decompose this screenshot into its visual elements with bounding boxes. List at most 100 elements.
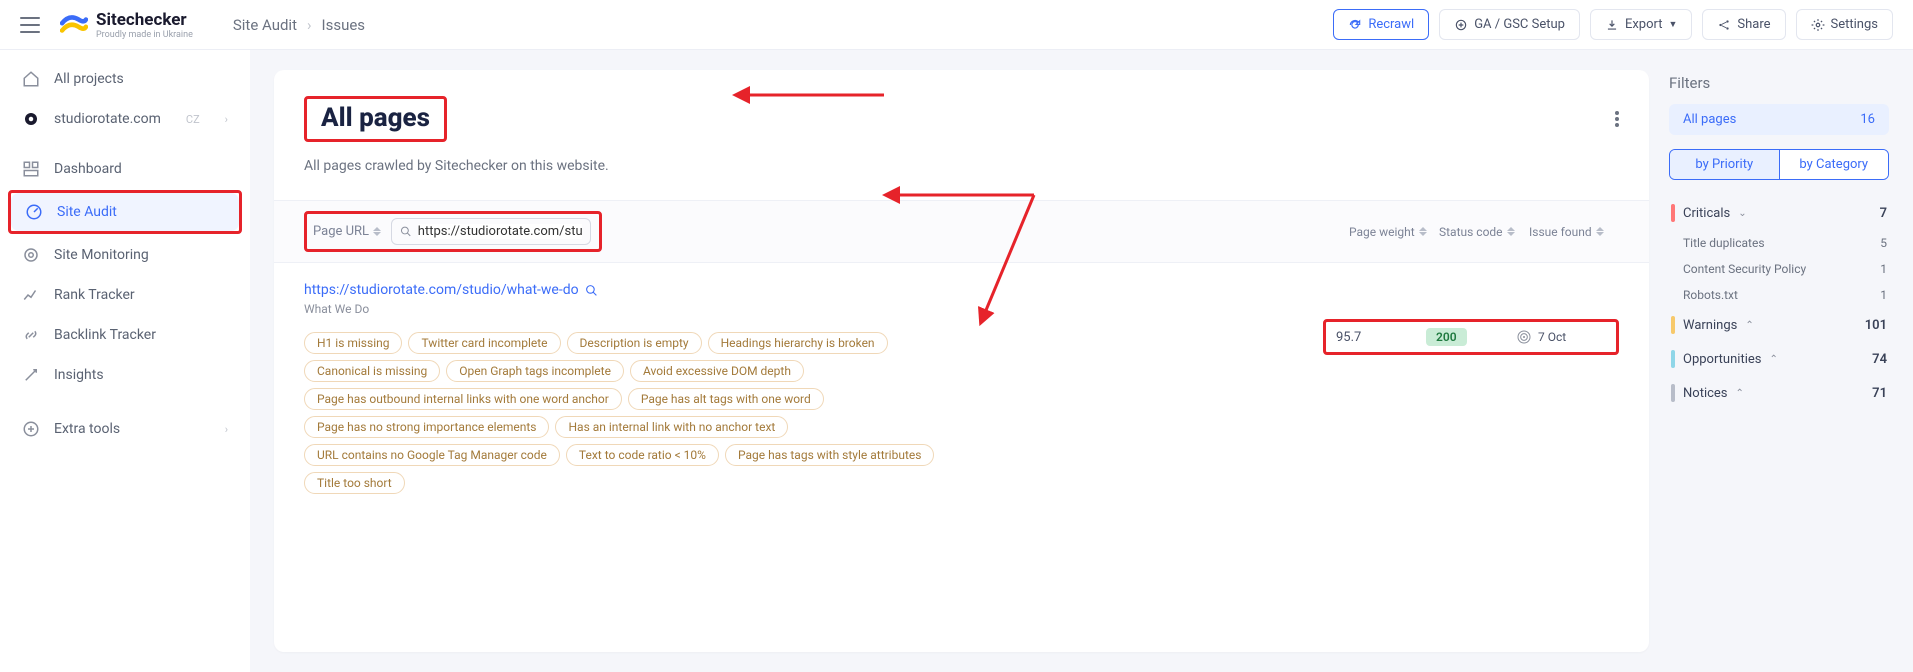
chevron-down-icon: ⌄ [1738, 208, 1746, 219]
sort-icon [1596, 225, 1604, 239]
page-subtitle: All pages crawled by Sitechecker on this… [304, 158, 1619, 174]
sidebar-item-rank-tracker[interactable]: Rank Tracker [8, 276, 242, 314]
sort-icon [1419, 225, 1427, 239]
column-page-url[interactable]: Page URL [313, 224, 381, 239]
issue-tag[interactable]: Page has no strong importance elements [304, 416, 549, 438]
sidebar-item-dashboard[interactable]: Dashboard [8, 150, 242, 188]
chevron-right-icon: › [225, 113, 228, 126]
share-button[interactable]: Share [1702, 9, 1785, 40]
sidebar-item-label: All projects [54, 71, 124, 87]
logo-mark-icon [60, 14, 88, 36]
sidebar-item-insights[interactable]: Insights [8, 356, 242, 394]
issue-tag[interactable]: Has an internal link with no anchor text [555, 416, 788, 438]
filters-title: Filters [1669, 74, 1889, 92]
page-row-title: What We Do [304, 302, 1323, 316]
share-icon [1717, 18, 1731, 32]
issue-tag[interactable]: Headings hierarchy is broken [708, 332, 888, 354]
recrawl-button[interactable]: Recrawl [1333, 9, 1429, 40]
chevron-right-icon: › [225, 423, 228, 436]
chevron-up-icon: ⌃ [1769, 354, 1777, 365]
plus-circle-icon [22, 420, 40, 438]
page-url-search[interactable] [391, 218, 591, 245]
sidebar-item-label: Dashboard [54, 161, 122, 177]
filter-subitem[interactable]: Robots.txt1 [1669, 282, 1889, 308]
caret-down-icon: ▼ [1668, 19, 1677, 30]
home-icon [22, 70, 40, 88]
search-icon [400, 225, 412, 238]
page-weight-value: 95.7 [1336, 328, 1426, 346]
filter-subitem[interactable]: Title duplicates5 [1669, 230, 1889, 256]
issue-tag[interactable]: H1 is missing [304, 332, 402, 354]
radar-icon [1516, 329, 1532, 345]
brand-tagline: Proudly made in Ukraine [96, 30, 193, 40]
toggle-by-priority[interactable]: by Priority [1670, 150, 1779, 179]
sidebar-item-site-monitoring[interactable]: Site Monitoring [8, 236, 242, 274]
page-title: All pages [321, 103, 430, 133]
severity-bar-icon [1671, 316, 1675, 334]
column-issue-found[interactable]: Issue found [1529, 225, 1619, 239]
issue-tag[interactable]: Title too short [304, 472, 405, 494]
chevron-up-icon: ⌃ [1736, 388, 1744, 399]
refresh-icon [1348, 18, 1362, 32]
gear-icon [1811, 18, 1825, 32]
wand-icon [22, 366, 40, 384]
breadcrumb-current: Issues [322, 16, 366, 34]
severity-bar-icon [1671, 204, 1675, 222]
page-url-link[interactable]: https://studiorotate.com/studio/what-we-… [304, 282, 598, 298]
sort-icon [373, 225, 381, 239]
filter-subitem[interactable]: Content Security Policy1 [1669, 256, 1889, 282]
filter-cat-opportunities[interactable]: Opportunities ⌃ 74 [1669, 342, 1889, 376]
more-options-button[interactable] [1615, 111, 1619, 127]
export-button[interactable]: Export ▼ [1590, 9, 1692, 40]
column-page-weight[interactable]: Page weight [1349, 225, 1439, 239]
toggle-by-category[interactable]: by Category [1779, 150, 1889, 179]
issue-tag[interactable]: Open Graph tags incomplete [446, 360, 624, 382]
sidebar-item-project[interactable]: studiorotate.com CZ › [8, 100, 242, 138]
column-status-code[interactable]: Status code [1439, 225, 1529, 239]
google-icon [1454, 18, 1468, 32]
sidebar-item-backlink-tracker[interactable]: Backlink Tracker [8, 316, 242, 354]
project-icon [22, 110, 40, 128]
settings-button[interactable]: Settings [1796, 9, 1893, 40]
filter-all-pages[interactable]: All pages 16 [1669, 104, 1889, 135]
search-icon [585, 284, 598, 297]
table-row: https://studiorotate.com/studio/what-we-… [304, 263, 1619, 504]
sidebar-item-label: studiorotate.com [54, 111, 161, 127]
sidebar-item-label: Backlink Tracker [54, 327, 156, 343]
sidebar-item-label: Site Monitoring [54, 247, 149, 263]
issue-tag[interactable]: URL contains no Google Tag Manager code [304, 444, 560, 466]
chevron-up-icon: ⌃ [1745, 320, 1753, 331]
sidebar-item-all-projects[interactable]: All projects [8, 60, 242, 98]
link-icon [22, 326, 40, 344]
chart-line-icon [22, 286, 40, 304]
ga-gsc-setup-button[interactable]: GA / GSC Setup [1439, 9, 1580, 40]
project-country-code: CZ [186, 113, 200, 126]
sidebar-item-site-audit[interactable]: Site Audit [11, 193, 239, 231]
menu-icon[interactable] [20, 17, 40, 33]
severity-bar-icon [1671, 350, 1675, 368]
sidebar-item-extra-tools[interactable]: Extra tools › [8, 410, 242, 448]
issue-tag[interactable]: Page has outbound internal links with on… [304, 388, 622, 410]
status-badge: 200 [1426, 328, 1467, 346]
brand-title: Sitechecker [96, 10, 193, 30]
filter-all-pages-count: 16 [1860, 112, 1875, 127]
gauge-icon [25, 203, 43, 221]
issue-tag[interactable]: Description is empty [567, 332, 702, 354]
issue-date: 7 Oct [1538, 330, 1566, 344]
breadcrumb-parent[interactable]: Site Audit [233, 16, 297, 34]
issue-tag[interactable]: Page has tags with style attributes [725, 444, 934, 466]
issue-tag[interactable]: Canonical is missing [304, 360, 440, 382]
page-url-input[interactable] [418, 224, 582, 239]
issue-tag[interactable]: Text to code ratio < 10% [566, 444, 719, 466]
issue-tag[interactable]: Avoid excessive DOM depth [630, 360, 804, 382]
sidebar-item-label: Insights [54, 367, 104, 383]
filter-cat-criticals[interactable]: Criticals ⌄ 7 [1669, 196, 1889, 230]
issue-tag[interactable]: Twitter card incomplete [408, 332, 560, 354]
issue-tag[interactable]: Page has alt tags with one word [628, 388, 824, 410]
brand-logo[interactable]: Sitechecker Proudly made in Ukraine [60, 10, 193, 40]
filter-cat-notices[interactable]: Notices ⌃ 71 [1669, 376, 1889, 410]
filter-cat-warnings[interactable]: Warnings ⌃ 101 [1669, 308, 1889, 342]
page-title-box: All pages [304, 96, 447, 142]
sidebar-item-label: Extra tools [54, 421, 120, 437]
target-icon [22, 246, 40, 264]
